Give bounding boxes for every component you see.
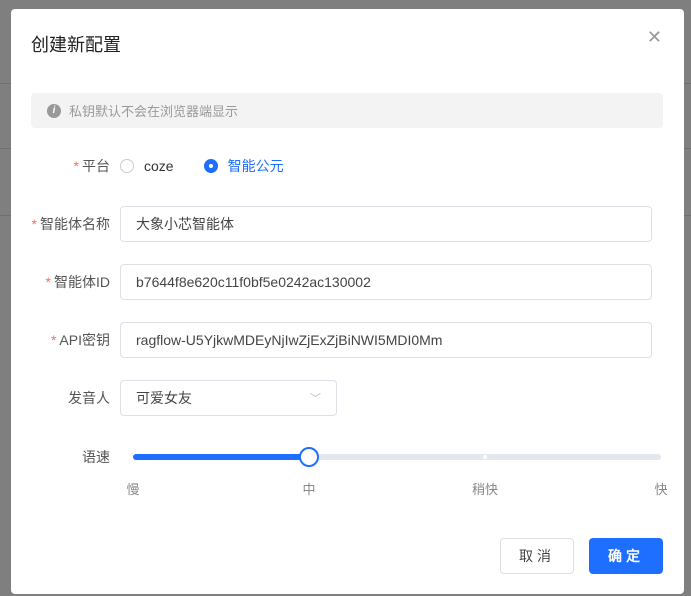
speed-label: 语速: [82, 449, 110, 465]
api-key-label: API密钥: [59, 332, 110, 348]
voice-row: 发音人 可爱女友 ﹀: [11, 380, 684, 416]
agent-name-row: * 智能体名称 大象小芯智能体: [11, 206, 684, 242]
speed-mark[interactable]: 稍快: [472, 479, 498, 498]
radio-coze[interactable]: coze: [120, 158, 174, 174]
voice-label: 发音人: [68, 390, 110, 406]
api-key-row: * API密钥 ragflow-U5YjkwMDEyNjIwZjExZjBiNWI…: [11, 322, 684, 358]
api-key-input[interactable]: ragflow-U5YjkwMDEyNjIwZjExZjBiNWI5MDI0Mm: [120, 322, 652, 358]
radio-circle-checked: [203, 159, 218, 173]
speed-mark[interactable]: 快: [654, 479, 667, 498]
slider-stop: [483, 455, 488, 459]
create-config-dialog: 创建新配置 ✕ i 私钥默认不会在浏览器端显示 * 平台 coze 智能公元 * 智…: [11, 9, 684, 594]
platform-label: 平台: [82, 158, 110, 174]
chevron-down-icon: ﹀: [310, 393, 321, 405]
speed-mark[interactable]: 慢: [126, 479, 139, 498]
slider-fill: [133, 454, 309, 460]
radio-circle: [120, 159, 134, 173]
agent-id-input[interactable]: b7644f8e620c11f0bf5e0242ac130002: [120, 264, 652, 300]
agent-name-input[interactable]: 大象小芯智能体: [120, 206, 652, 242]
cancel-button[interactable]: 取消: [500, 538, 574, 574]
close-icon[interactable]: ✕: [647, 27, 662, 48]
info-icon: i: [47, 103, 61, 118]
info-alert: i 私钥默认不会在浏览器端显示: [31, 93, 663, 128]
speed-slider[interactable]: [133, 447, 661, 467]
agent-name-label: 智能体名称: [40, 216, 110, 232]
voice-select[interactable]: 可爱女友 ﹀: [120, 380, 337, 416]
platform-row: * 平台 coze 智能公元: [73, 156, 284, 176]
dialog-title: 创建新配置: [31, 35, 121, 55]
agent-id-row: * 智能体ID b7644f8e620c11f0bf5e0242ac130002: [11, 264, 684, 300]
radio-zhinenggongyuan[interactable]: 智能公元: [203, 156, 284, 176]
alert-text: 私钥默认不会在浏览器端显示: [69, 104, 239, 119]
slider-handle[interactable]: [299, 447, 319, 467]
confirm-button[interactable]: 确定: [589, 538, 663, 574]
speed-mark[interactable]: 中: [302, 479, 315, 498]
agent-id-label: 智能体ID: [54, 274, 110, 290]
